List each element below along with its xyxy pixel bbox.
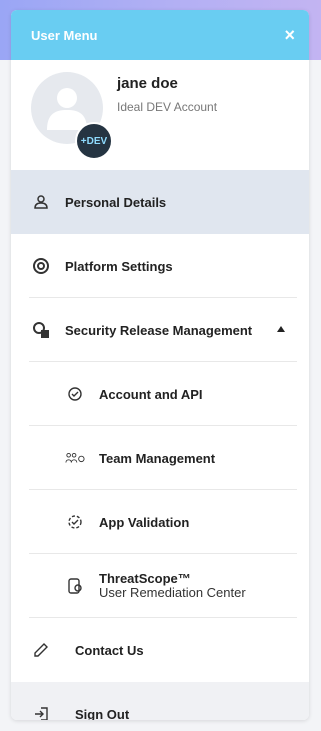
menu-item-label: Account and API: [99, 386, 203, 402]
chevron-up-icon[interactable]: [277, 326, 285, 332]
avatar: +DEV: [31, 72, 113, 160]
user-menu-title: User Menu: [31, 27, 98, 43]
profile-section: +DEV jane doe Ideal DEV Account: [11, 60, 309, 170]
menu-item-label: Personal Details: [65, 194, 167, 210]
threatscope-icon: [65, 576, 85, 596]
user-name: jane doe: [117, 75, 178, 92]
menu-item-platform-settings[interactable]: Platform Settings: [11, 234, 309, 298]
validation-icon: [65, 512, 85, 532]
gear-check-icon: [31, 320, 51, 340]
sign-out-icon: [31, 704, 51, 720]
menu-item-sign-out[interactable]: Sign Out: [11, 682, 309, 720]
close-icon[interactable]: ×: [284, 26, 295, 44]
submenu-item-team-management[interactable]: Team Management: [11, 426, 309, 490]
dev-badge: +DEV: [75, 122, 113, 160]
settings-icon: [31, 256, 51, 276]
user-menu-header: User Menu ×: [11, 10, 309, 60]
submenu-item-app-validation[interactable]: App Validation: [11, 490, 309, 554]
account-name: Ideal DEV Account: [117, 100, 218, 114]
menu-item-sublabel: User Remediation Center: [99, 585, 246, 600]
submenu-item-account-api[interactable]: Account and API: [11, 362, 309, 426]
menu-item-personal-details[interactable]: Personal Details: [11, 170, 309, 234]
menu-item-security-release-management[interactable]: Security Release Management: [11, 298, 309, 362]
check-circle-icon: [65, 384, 85, 404]
team-settings-icon: [65, 448, 85, 468]
menu-item-label: Sign Out: [75, 706, 130, 721]
menu-item-contact-us[interactable]: Contact Us: [11, 618, 309, 682]
menu-item-label: App Validation: [99, 514, 190, 530]
menu-item-label: Contact Us: [75, 642, 144, 658]
menu-item-label: Security Release Management: [65, 322, 253, 338]
menu-item-label: ThreatScope™: [99, 571, 191, 586]
user-menu-panel: User Menu × +DEV jane doe Ideal DEV Acco…: [11, 10, 309, 720]
submenu-item-threatscope[interactable]: ThreatScope™ User Remediation Center: [11, 554, 309, 618]
user-silhouette-icon: [47, 88, 87, 130]
person-icon: [31, 192, 51, 212]
pencil-icon: [31, 640, 51, 660]
menu-item-label: Platform Settings: [65, 258, 173, 274]
menu-item-label: Team Management: [99, 450, 216, 466]
